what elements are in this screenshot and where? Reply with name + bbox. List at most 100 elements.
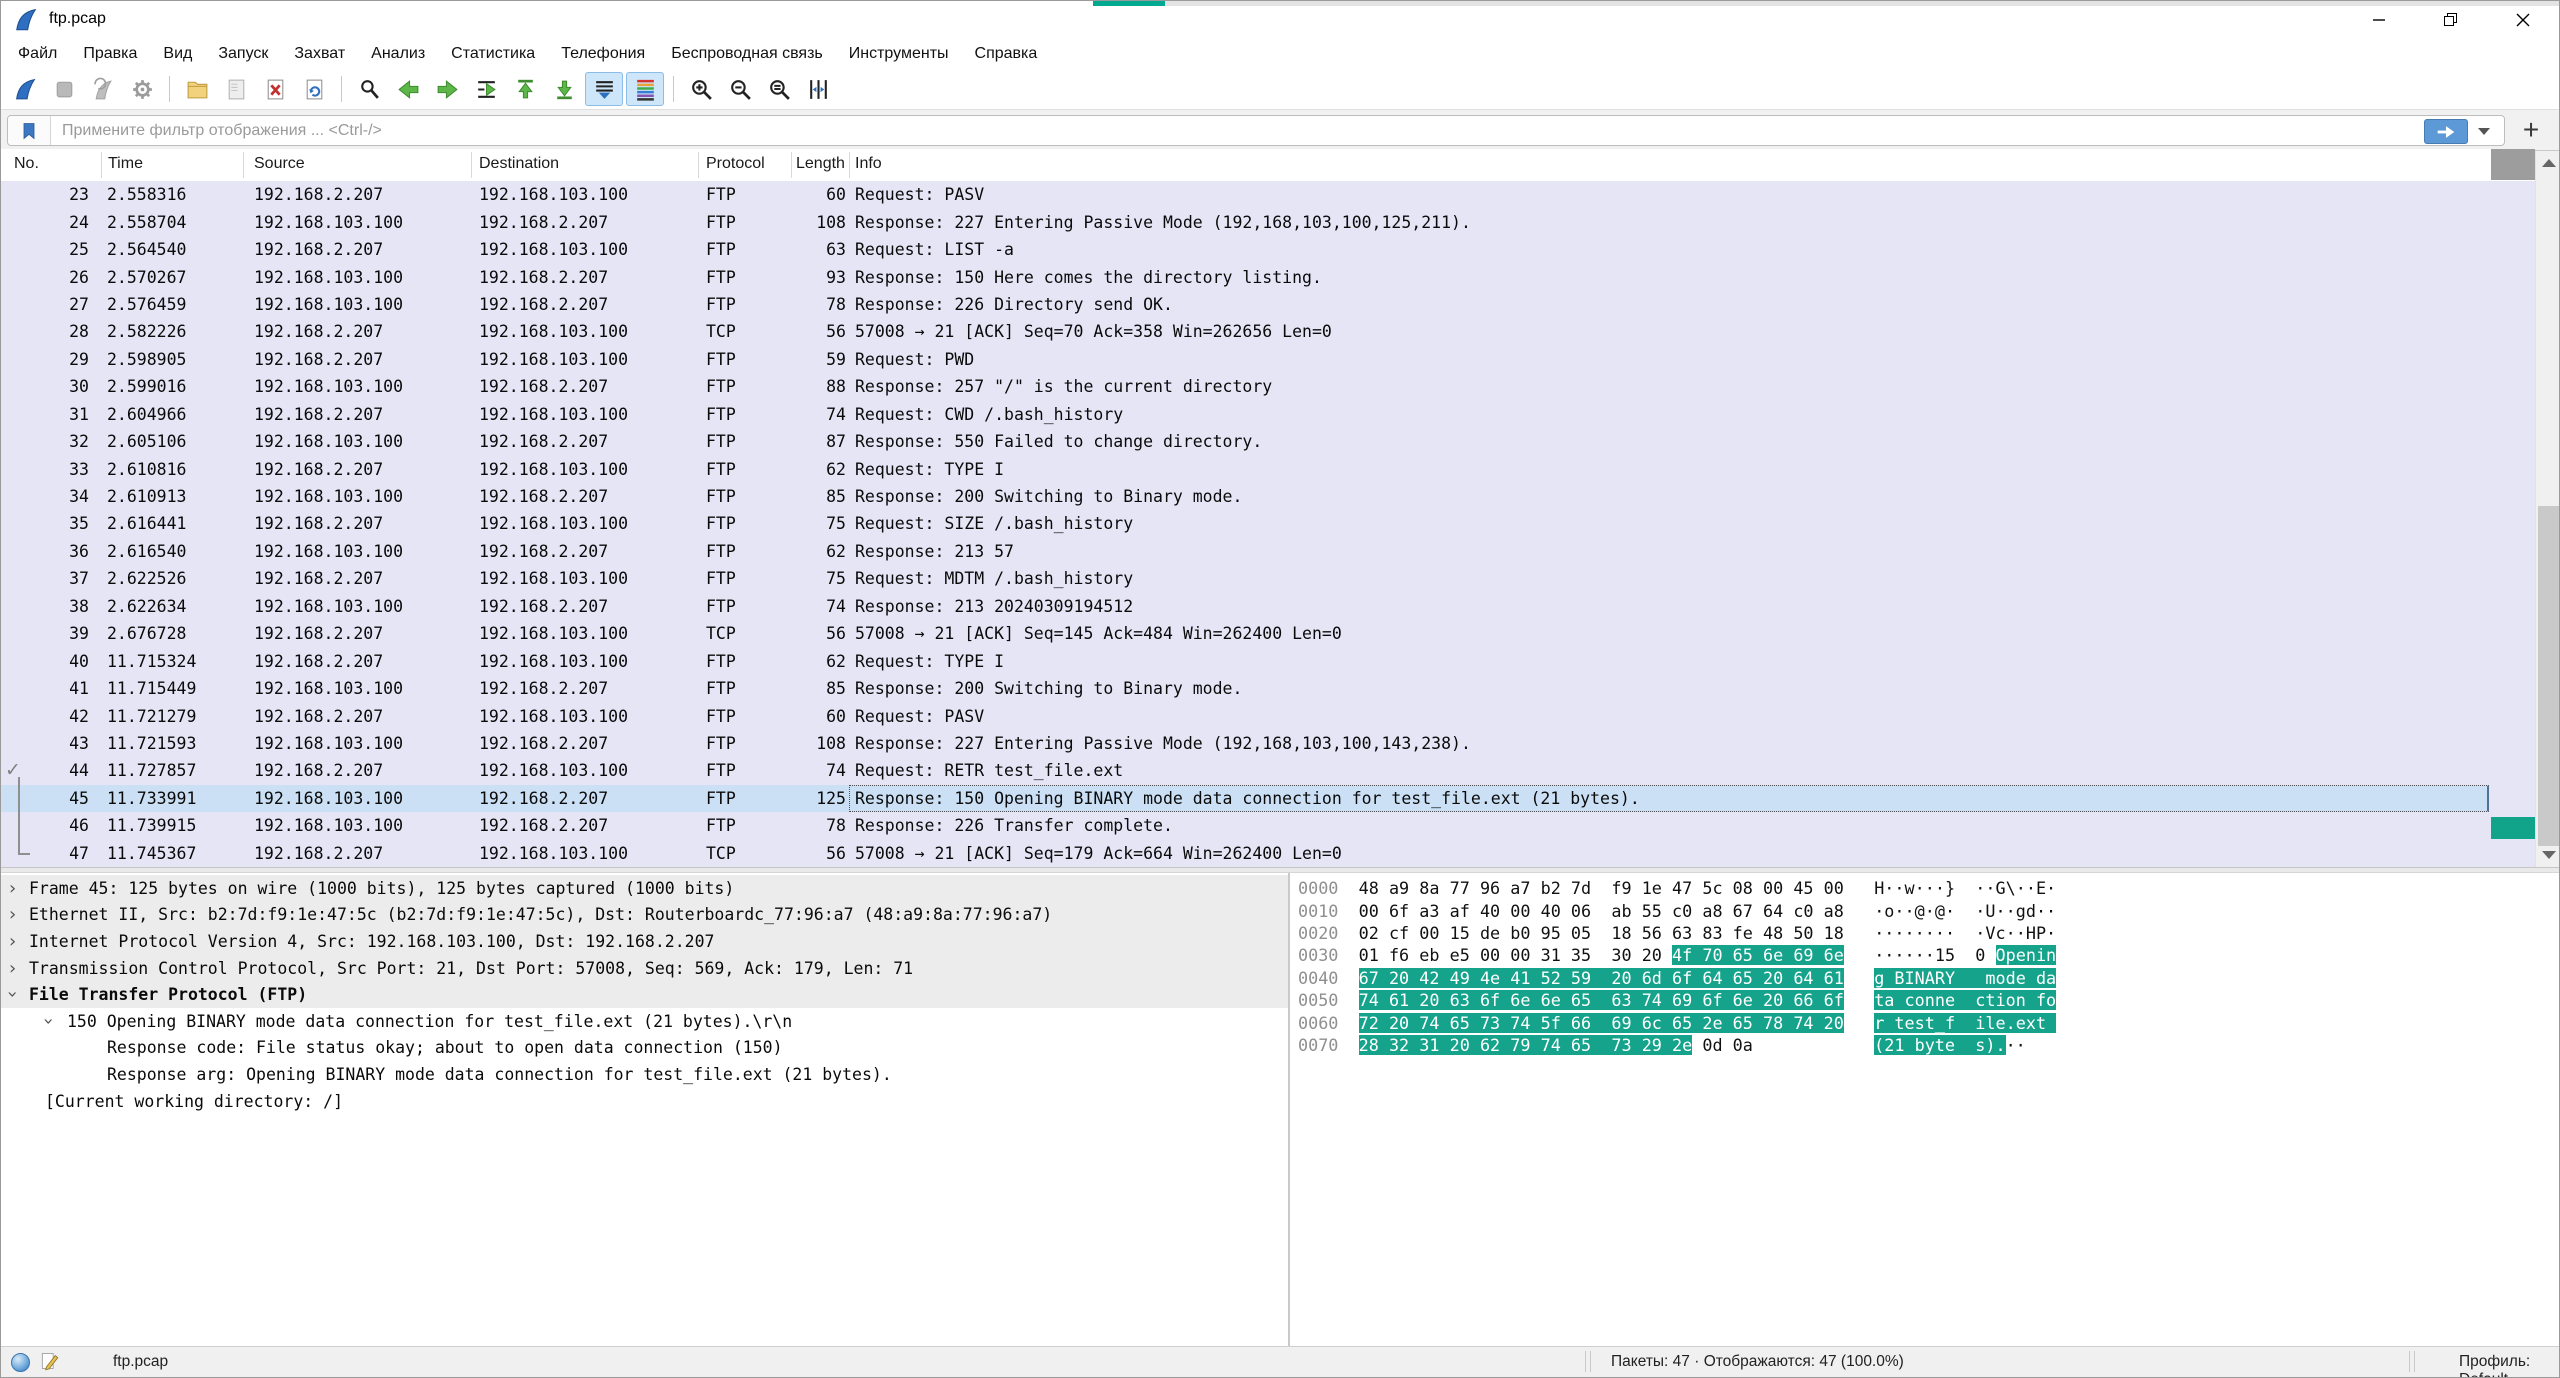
detail-row[interactable]: Response code: File status okay; about t… [1, 1035, 1288, 1062]
column-header-time[interactable]: Time [108, 155, 143, 173]
detail-row[interactable]: ›150 Opening BINARY mode data connection… [1, 1008, 1288, 1035]
go-last-button[interactable] [546, 73, 582, 105]
collapse-icon[interactable]: › [1, 991, 26, 998]
packet-row[interactable]: 322.605106192.168.103.100192.168.2.207FT… [1, 428, 2535, 455]
menu-item-file[interactable]: Файл [5, 41, 70, 67]
zoom-in-button[interactable] [683, 73, 719, 105]
resize-columns-button[interactable] [800, 73, 836, 105]
menu-item-help[interactable]: Справка [962, 41, 1051, 67]
column-separator[interactable] [698, 152, 699, 178]
detail-row[interactable]: ›Ethernet II, Src: b2:7d:f9:1e:47:5c (b2… [1, 902, 1288, 929]
scroll-up-arrow[interactable] [2542, 159, 2556, 167]
hex-row[interactable]: 0000 48 a9 8a 77 96 a7 b2 7d f9 1e 47 5c… [1298, 877, 2056, 899]
packet-row[interactable]: 282.582226192.168.2.207192.168.103.100TC… [1, 318, 2535, 345]
column-header-source[interactable]: Source [254, 155, 305, 173]
restore-button[interactable] [2415, 1, 2487, 39]
column-header-protocol[interactable]: Protocol [706, 155, 765, 173]
expert-info-icon[interactable] [11, 1353, 30, 1372]
status-profile[interactable]: Профиль: Default [2459, 1353, 2559, 1378]
column-separator[interactable] [849, 152, 850, 178]
menu-item-capture[interactable]: Захват [281, 41, 358, 67]
packet-row[interactable]: 272.576459192.168.103.100192.168.2.207FT… [1, 291, 2535, 318]
go-forward-button[interactable] [429, 73, 465, 105]
add-filter-button[interactable]: + [2515, 114, 2547, 146]
column-separator[interactable] [791, 152, 792, 178]
column-header-info[interactable]: Info [855, 155, 882, 173]
hex-row[interactable]: 0030 01 f6 eb e5 00 00 31 35 30 20 4f 70… [1298, 944, 2056, 966]
packet-row[interactable]: 302.599016192.168.103.100192.168.2.207FT… [1, 373, 2535, 400]
expand-icon[interactable]: › [9, 928, 16, 955]
detail-row[interactable]: ›File Transfer Protocol (FTP) [1, 981, 1288, 1008]
detail-row[interactable]: Response arg: Opening BINARY mode data c… [1, 1061, 1288, 1088]
packet-row[interactable]: 4711.745367192.168.2.207192.168.103.100T… [1, 840, 2535, 867]
column-separator[interactable] [471, 152, 472, 178]
scroll-down-arrow[interactable] [2542, 851, 2556, 859]
detail-row[interactable]: ›Frame 45: 125 bytes on wire (1000 bits)… [1, 875, 1288, 902]
apply-filter-button[interactable] [2424, 119, 2468, 144]
packet-row[interactable]: 242.558704192.168.103.100192.168.2.207FT… [1, 208, 2535, 235]
packet-row[interactable]: 352.616441192.168.2.207192.168.103.100FT… [1, 510, 2535, 537]
hex-row[interactable]: 0070 28 32 31 20 62 79 74 65 73 29 2e 0d… [1298, 1034, 2026, 1056]
column-header-no[interactable]: No. [14, 155, 39, 173]
packet-row[interactable]: 252.564540192.168.2.207192.168.103.100FT… [1, 236, 2535, 263]
packet-row[interactable]: 4411.727857192.168.2.207192.168.103.100F… [1, 757, 2535, 784]
detail-row[interactable]: [Current working directory: /] [1, 1088, 1288, 1115]
detail-row[interactable]: ›Internet Protocol Version 4, Src: 192.1… [1, 928, 1288, 955]
packet-row[interactable]: 382.622634192.168.103.100192.168.2.207FT… [1, 593, 2535, 620]
packet-row[interactable]: 342.610913192.168.103.100192.168.2.207FT… [1, 483, 2535, 510]
restart-capture-button[interactable] [85, 73, 121, 105]
menu-item-telephony[interactable]: Телефония [548, 41, 658, 67]
packet-list-scrollbar[interactable] [2535, 151, 2560, 867]
menu-item-statistics[interactable]: Статистика [438, 41, 548, 67]
expand-icon[interactable]: › [9, 902, 16, 929]
scrollbar-thumb[interactable] [2538, 506, 2559, 846]
go-back-button[interactable] [390, 73, 426, 105]
minimize-button[interactable] [2343, 1, 2415, 39]
packet-row[interactable]: 332.610816192.168.2.207192.168.103.100FT… [1, 455, 2535, 482]
close-button[interactable] [2487, 1, 2559, 39]
expand-icon[interactable]: › [9, 955, 16, 982]
zoom-out-button[interactable] [722, 73, 758, 105]
capture-options-button[interactable] [124, 73, 160, 105]
detail-row[interactable]: ›Transmission Control Protocol, Src Port… [1, 955, 1288, 982]
menu-item-analyze[interactable]: Анализ [358, 41, 438, 67]
menu-item-edit[interactable]: Правка [70, 41, 150, 67]
packet-row[interactable]: 262.570267192.168.103.100192.168.2.207FT… [1, 263, 2535, 290]
zoom-original-button[interactable] [761, 73, 797, 105]
hex-row[interactable]: 0050 74 61 20 63 6f 6e 6e 65 63 74 69 6f… [1298, 989, 2056, 1011]
packet-row[interactable]: 362.616540192.168.103.100192.168.2.207FT… [1, 538, 2535, 565]
column-header-length[interactable]: Length [796, 155, 845, 173]
hex-row[interactable]: 0010 00 6f a3 af 40 00 40 06 ab 55 c0 a8… [1298, 899, 2056, 921]
packet-row[interactable]: 312.604966192.168.2.207192.168.103.100FT… [1, 401, 2535, 428]
packet-row[interactable]: 4511.733991192.168.103.100192.168.2.207F… [1, 785, 2535, 812]
hex-row[interactable]: 0020 02 cf 00 15 de b0 95 05 18 56 63 83… [1298, 922, 2056, 944]
packet-row[interactable]: 4611.739915192.168.103.100192.168.2.207F… [1, 812, 2535, 839]
column-separator[interactable] [101, 152, 102, 178]
start-capture-button[interactable] [7, 73, 43, 105]
filter-history-caret[interactable] [2478, 128, 2490, 135]
packet-row[interactable]: 372.622526192.168.2.207192.168.103.100FT… [1, 565, 2535, 592]
reload-file-button[interactable] [296, 73, 332, 105]
stop-capture-button[interactable] [46, 73, 82, 105]
packet-row[interactable]: 4011.715324192.168.2.207192.168.103.100F… [1, 647, 2535, 674]
go-to-packet-button[interactable] [468, 73, 504, 105]
filter-bookmark-button[interactable] [8, 116, 51, 145]
expand-icon[interactable]: › [9, 875, 16, 902]
menu-item-wireless[interactable]: Беспроводная связь [658, 41, 836, 67]
open-file-button[interactable] [179, 73, 215, 105]
hex-row[interactable]: 0040 67 20 42 49 4e 41 52 59 20 6d 6f 64… [1298, 967, 2056, 989]
capture-comment-icon[interactable] [39, 1351, 59, 1371]
find-packet-button[interactable] [351, 73, 387, 105]
packet-row[interactable]: 392.676728192.168.2.207192.168.103.100TC… [1, 620, 2535, 647]
packet-row[interactable]: 4311.721593192.168.103.100192.168.2.207F… [1, 730, 2535, 757]
close-file-button[interactable] [257, 73, 293, 105]
menu-item-go[interactable]: Запуск [205, 41, 281, 67]
auto-scroll-button[interactable] [585, 72, 623, 106]
column-header-destination[interactable]: Destination [479, 155, 559, 173]
display-filter-input[interactable] [60, 117, 2364, 144]
packet-row[interactable]: 232.558316192.168.2.207192.168.103.100FT… [1, 181, 2535, 208]
packet-row[interactable]: 4111.715449192.168.103.100192.168.2.207F… [1, 675, 2535, 702]
collapse-icon[interactable]: › [35, 1018, 62, 1025]
go-first-button[interactable] [507, 73, 543, 105]
packet-row[interactable]: 4211.721279192.168.2.207192.168.103.100F… [1, 702, 2535, 729]
